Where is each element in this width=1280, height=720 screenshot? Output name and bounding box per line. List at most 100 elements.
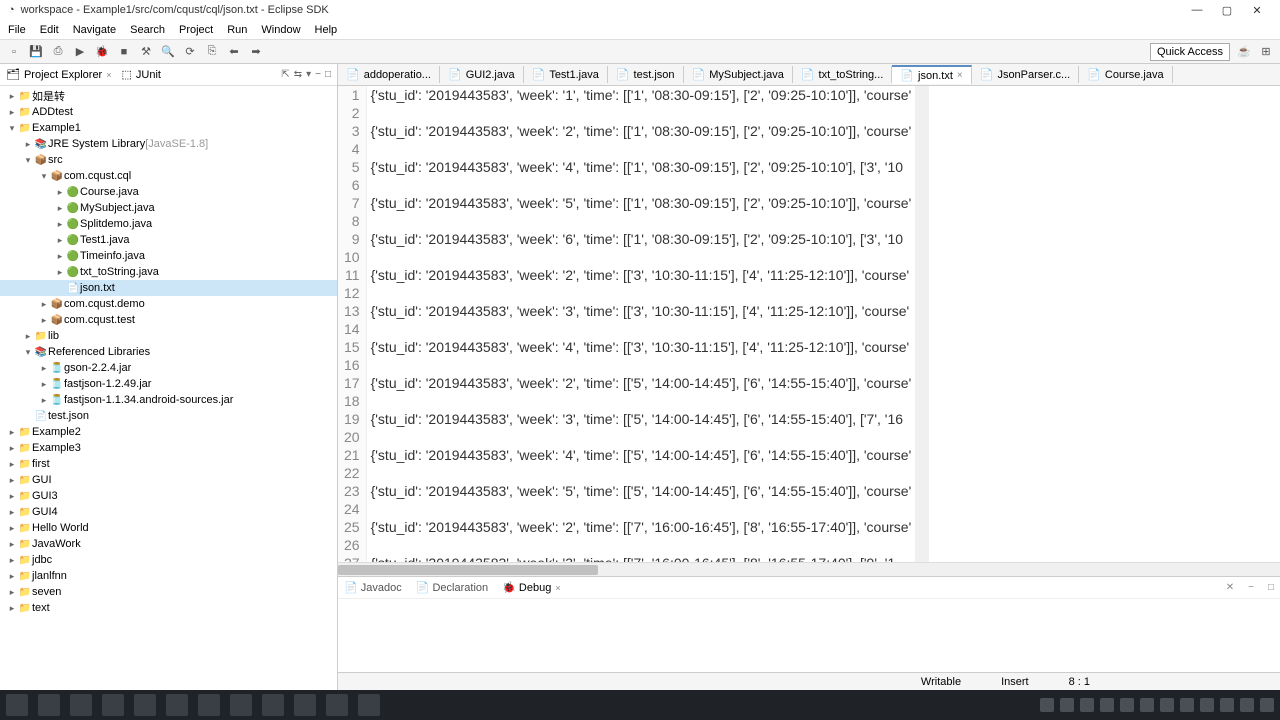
menu-help[interactable]: Help [315, 24, 338, 36]
debug-icon[interactable]: 🐞 [94, 44, 110, 60]
menu-project[interactable]: Project [179, 24, 213, 36]
tree-item[interactable]: ▸🟢MySubject.java [0, 200, 337, 216]
refresh-icon[interactable]: ⟳ [182, 44, 198, 60]
tree-item[interactable]: ▸📁jdbc [0, 552, 337, 568]
tree-item[interactable]: ▾📚Referenced Libraries [0, 344, 337, 360]
tab-junit[interactable]: ⬚ JUnit [122, 68, 161, 81]
tree-item[interactable]: 📄json.txt [0, 280, 337, 296]
editor-tab[interactable]: 📄JsonParser.c... [972, 66, 1079, 83]
menu-window[interactable]: Window [261, 24, 300, 36]
tree-item[interactable]: ▸📁Example3 [0, 440, 337, 456]
tab-project-explorer[interactable]: 🗂 Project Explorer × [6, 68, 112, 81]
tree-item[interactable]: ▸📁lib [0, 328, 337, 344]
cortana-icon[interactable] [70, 694, 92, 716]
remove-all-icon[interactable]: ✕ [1226, 582, 1234, 593]
editor-tab[interactable]: 📄Test1.java [524, 66, 608, 83]
taskbar-app-1[interactable] [134, 694, 156, 716]
editor-tab[interactable]: 📄test.json [608, 66, 684, 83]
search-taskbar-icon[interactable] [38, 694, 60, 716]
tree-item[interactable]: ▸🟢Timeinfo.java [0, 248, 337, 264]
quick-access[interactable]: Quick Access [1150, 43, 1230, 61]
menu-file[interactable]: File [8, 24, 26, 36]
tree-item[interactable]: ▸🟢Course.java [0, 184, 337, 200]
save-all-icon[interactable]: ⎙ [50, 44, 66, 60]
taskbar-app-5[interactable] [262, 694, 284, 716]
view-menu-icon[interactable]: ▾ [306, 69, 311, 80]
menu-search[interactable]: Search [130, 24, 165, 36]
bottom-tab-declaration[interactable]: 📄 Declaration [416, 581, 488, 594]
tree-item[interactable]: ▸🫙fastjson-1.1.34.android-sources.jar [0, 392, 337, 408]
editor-body[interactable]: 1234567891011121314151617181920212223242… [338, 86, 1280, 562]
run-icon[interactable]: ▶ [72, 44, 88, 60]
tree-item[interactable]: ▸📁Hello World [0, 520, 337, 536]
tree-item[interactable]: ▾📦com.cqust.cql [0, 168, 337, 184]
maximize-panel-icon[interactable]: □ [1268, 582, 1274, 593]
taskbar-app-4[interactable] [230, 694, 252, 716]
new-icon[interactable]: ▫ [6, 44, 22, 60]
maximize-view-icon[interactable]: □ [325, 69, 331, 80]
tree-item[interactable]: 📄test.json [0, 408, 337, 424]
close-button[interactable]: ✕ [1242, 4, 1272, 17]
tree-item[interactable]: ▸🟢txt_toString.java [0, 264, 337, 280]
perspective-java-icon[interactable]: ☕ [1236, 44, 1252, 60]
windows-taskbar[interactable] [0, 690, 1280, 720]
close-icon[interactable]: × [106, 70, 111, 80]
system-tray[interactable] [1040, 698, 1274, 712]
menu-edit[interactable]: Edit [40, 24, 59, 36]
editor-tab[interactable]: 📄MySubject.java [684, 66, 793, 83]
maximize-button[interactable]: ▢ [1212, 4, 1242, 17]
horizontal-scrollbar[interactable] [338, 562, 1280, 576]
tree-item[interactable]: ▸📁GUI4 [0, 504, 337, 520]
editor-tab[interactable]: 📄json.txt× [892, 65, 971, 84]
forward-icon[interactable]: ➡ [248, 44, 264, 60]
tree-item[interactable]: ▸🫙gson-2.2.4.jar [0, 360, 337, 376]
editor-tab[interactable]: 📄GUI2.java [440, 66, 524, 83]
tree-item[interactable]: ▸📁first [0, 456, 337, 472]
editor-tab[interactable]: 📄Course.java [1079, 66, 1172, 83]
project-tree[interactable]: ▸📁如是转▸📁ADDtest▾📁Example1▸📚JRE System Lib… [0, 86, 337, 690]
save-icon[interactable]: 💾 [28, 44, 44, 60]
start-button[interactable] [6, 694, 28, 716]
collapse-all-icon[interactable]: ⇱ [281, 69, 289, 80]
editor-tab[interactable]: 📄txt_toString... [793, 66, 893, 83]
tree-item[interactable]: ▸📁GUI [0, 472, 337, 488]
menu-navigate[interactable]: Navigate [73, 24, 116, 36]
tree-item[interactable]: ▸🟢Splitdemo.java [0, 216, 337, 232]
tree-item[interactable]: ▸🫙fastjson-1.2.49.jar [0, 376, 337, 392]
tree-item[interactable]: ▸📁如是转 [0, 88, 337, 104]
editor-tab[interactable]: 📄addoperatio... [338, 66, 440, 83]
tree-item[interactable]: ▸🟢Test1.java [0, 232, 337, 248]
vertical-scrollbar[interactable] [915, 86, 929, 562]
back-icon[interactable]: ⬅ [226, 44, 242, 60]
tree-item[interactable]: ▾📁Example1 [0, 120, 337, 136]
tree-item[interactable]: ▸📁seven [0, 584, 337, 600]
tree-item[interactable]: ▸📚JRE System Library [JavaSE-1.8] [0, 136, 337, 152]
taskbar-app-7[interactable] [326, 694, 348, 716]
bottom-tab-javadoc[interactable]: 📄 Javadoc [344, 581, 402, 594]
taskbar-app-3[interactable] [198, 694, 220, 716]
build-icon[interactable]: ⚒ [138, 44, 154, 60]
open-type-icon[interactable]: ⎘ [204, 44, 220, 60]
taskbar-app-6[interactable] [294, 694, 316, 716]
minimize-button[interactable]: — [1182, 4, 1212, 16]
taskbar-app-8[interactable] [358, 694, 380, 716]
tree-item[interactable]: ▸📁jlanlfnn [0, 568, 337, 584]
tree-item[interactable]: ▾📦src [0, 152, 337, 168]
tree-item[interactable]: ▸📦com.cqust.test [0, 312, 337, 328]
code-content[interactable]: {'stu_id': '2019443583', 'week': '1', 't… [367, 86, 916, 562]
tree-item[interactable]: ▸📁ADDtest [0, 104, 337, 120]
tree-item[interactable]: ▸📁GUI3 [0, 488, 337, 504]
taskbar-app-2[interactable] [166, 694, 188, 716]
tree-item[interactable]: ▸📁JavaWork [0, 536, 337, 552]
bottom-tab-debug[interactable]: 🐞 Debug × [502, 581, 560, 594]
minimize-view-icon[interactable]: − [315, 69, 321, 80]
perspective-other-icon[interactable]: ⊞ [1258, 44, 1274, 60]
menu-run[interactable]: Run [227, 24, 247, 36]
tree-item[interactable]: ▸📁Example2 [0, 424, 337, 440]
minimize-panel-icon[interactable]: − [1248, 582, 1254, 593]
tree-item[interactable]: ▸📁text [0, 600, 337, 616]
task-view-icon[interactable] [102, 694, 124, 716]
link-icon[interactable]: ⇆ [294, 69, 302, 80]
search-icon[interactable]: 🔍 [160, 44, 176, 60]
stop-icon[interactable]: ■ [116, 44, 132, 60]
